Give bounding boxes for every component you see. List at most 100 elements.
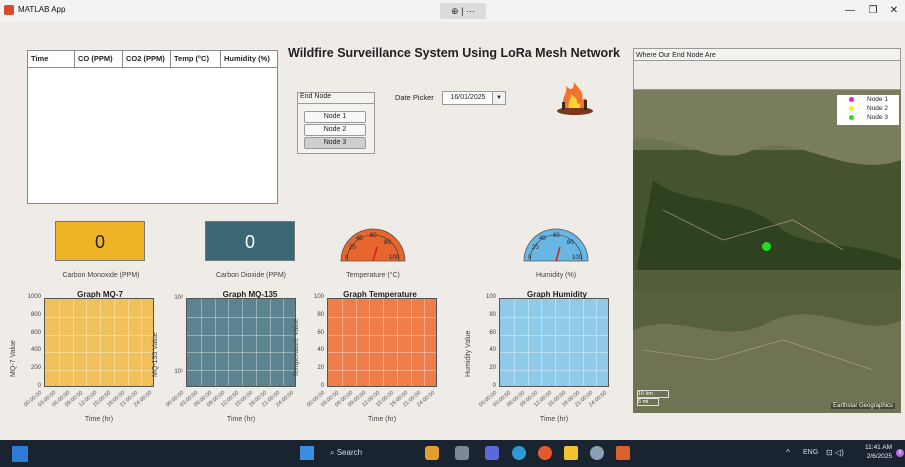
grid-line: [328, 352, 436, 354]
map-toolbar: [633, 61, 901, 90]
widgets-icon[interactable]: [12, 446, 28, 462]
grid-line: [582, 299, 584, 386]
clock-time[interactable]: 11:41 AM: [862, 444, 892, 451]
y-tick-label: 400: [30, 347, 41, 354]
grid-line: [255, 299, 257, 386]
windows-taskbar: ⌕ Search ^ ENG ⊡ ◁) 11:41 AM 2/6/2025 5: [0, 440, 905, 467]
chevron-up-icon[interactable]: ^: [786, 448, 790, 457]
grid-line: [383, 299, 384, 386]
col-temp[interactable]: Temp (°C): [171, 51, 221, 67]
grid-line: [187, 316, 295, 318]
grid-line: [228, 299, 230, 386]
map-scale-mi: 5 mi: [637, 398, 659, 406]
legend-node-1: Node 1: [837, 95, 899, 104]
network-volume-icon[interactable]: ⊡ ◁): [826, 448, 844, 457]
hum-tick-100: 100: [572, 255, 583, 261]
map-header: Where Our End Node Are: [633, 48, 901, 61]
grid-line: [500, 316, 608, 318]
y-axis-label: MQ-135 Value: [152, 332, 159, 377]
humidity-gauge: 20 40 60 80 0 100: [523, 228, 589, 262]
taskbar-app-icon-1[interactable]: [425, 446, 439, 460]
grid-line: [214, 299, 216, 386]
col-co[interactable]: CO (PPM): [75, 51, 123, 67]
y-tick-label: 40: [489, 347, 496, 354]
notification-badge[interactable]: 5: [896, 449, 904, 457]
grid-line: [45, 370, 153, 372]
grid-line: [424, 299, 426, 386]
end-node-label: End Node: [300, 93, 332, 100]
grid-line: [369, 299, 371, 386]
co2-display: 0: [205, 221, 295, 261]
edge-icon[interactable]: [512, 446, 526, 460]
file-explorer-icon[interactable]: [564, 446, 578, 460]
y-axis-label: MQ-7 Value: [10, 340, 17, 377]
node-1-button[interactable]: Node 1: [304, 111, 366, 123]
y-tick-label: 60: [317, 329, 324, 336]
maximize-icon[interactable]: ❐: [863, 3, 883, 19]
clock-date[interactable]: 2/6/2025: [862, 453, 892, 460]
map-legend[interactable]: Node 1 Node 2 Node 3: [837, 95, 899, 125]
satellite-map[interactable]: 10 km 5 mi Earthstar Geographics: [633, 90, 901, 413]
y-tick-label: 800: [30, 311, 41, 318]
x-axis-label: Time (hr): [539, 416, 569, 423]
grid-line: [187, 352, 295, 354]
grid-line: [45, 352, 153, 354]
grid-line: [72, 299, 74, 386]
start-icon[interactable]: [300, 446, 314, 460]
y-tick-label: 80: [489, 311, 496, 318]
matlab-taskbar-icon[interactable]: [616, 446, 630, 460]
x-axis-label: Time (hr): [84, 416, 114, 423]
col-co2[interactable]: CO2 (PPM): [123, 51, 171, 67]
sensor-data-table[interactable]: Time CO (PPM) CO2 (PPM) Temp (°C) Humidi…: [27, 50, 278, 204]
temp-tick-100: 100: [389, 255, 400, 261]
legend-node-2: Node 2: [837, 104, 899, 113]
calendar-dropdown-icon[interactable]: ▼: [492, 91, 506, 105]
chrome-icon[interactable]: [538, 446, 552, 460]
graph-mq7-plot[interactable]: [44, 298, 154, 387]
grid-line: [127, 299, 129, 386]
minimize-icon[interactable]: —: [840, 3, 860, 19]
y-tick-label: 0: [37, 383, 41, 389]
y-axis-label: Temperature Value: [293, 318, 300, 377]
hum-tick-60: 60: [553, 233, 560, 239]
y-tick-label: 200: [30, 365, 41, 372]
temp-tick-40: 40: [356, 236, 363, 242]
grid-line: [328, 316, 436, 318]
graph-humidity-plot[interactable]: [499, 298, 609, 387]
taskbar-app-icon-2[interactable]: [455, 446, 469, 460]
grid-line: [396, 299, 398, 386]
y-tick-label: 20: [317, 365, 324, 372]
node-3-button[interactable]: Node 3: [304, 137, 366, 149]
grid-line: [45, 316, 153, 318]
grid-line: [100, 299, 101, 386]
grid-line: [500, 352, 608, 354]
figure-tools-toolbar[interactable]: ⊕ | ⋯: [440, 3, 486, 19]
col-humidity[interactable]: Humidity (%): [221, 51, 277, 67]
x-axis-label: Time (hr): [367, 416, 397, 423]
search-box[interactable]: ⌕ Search: [330, 448, 362, 458]
col-time[interactable]: Time: [28, 51, 75, 67]
temp-tick-20: 20: [349, 245, 356, 251]
node-3-marker[interactable]: [762, 242, 771, 251]
y-tick-label: 600: [30, 329, 41, 336]
close-icon[interactable]: ✕: [884, 3, 904, 19]
graph-temp-plot[interactable]: [327, 298, 437, 387]
y-tick-label: 10²: [174, 295, 183, 301]
settings-icon[interactable]: [590, 446, 604, 460]
language-indicator[interactable]: ENG: [803, 449, 818, 456]
grid-line: [45, 334, 153, 336]
co-display: 0: [55, 221, 145, 261]
grid-line: [568, 299, 570, 386]
grid-line: [513, 299, 515, 386]
humidity-label: Humidity (%): [535, 272, 577, 279]
graph-mq135-plot[interactable]: [186, 298, 296, 387]
temp-tick-60: 60: [370, 233, 377, 239]
y-tick-label: 80: [317, 311, 324, 318]
grid-line: [113, 299, 115, 386]
taskbar-app-icon-3[interactable]: [485, 446, 499, 460]
date-picker-field[interactable]: 16/01/2025: [442, 91, 494, 105]
matlab-app-icon: [4, 5, 14, 15]
grid-line: [555, 299, 556, 386]
node-2-button[interactable]: Node 2: [304, 124, 366, 136]
grid-line: [141, 299, 143, 386]
